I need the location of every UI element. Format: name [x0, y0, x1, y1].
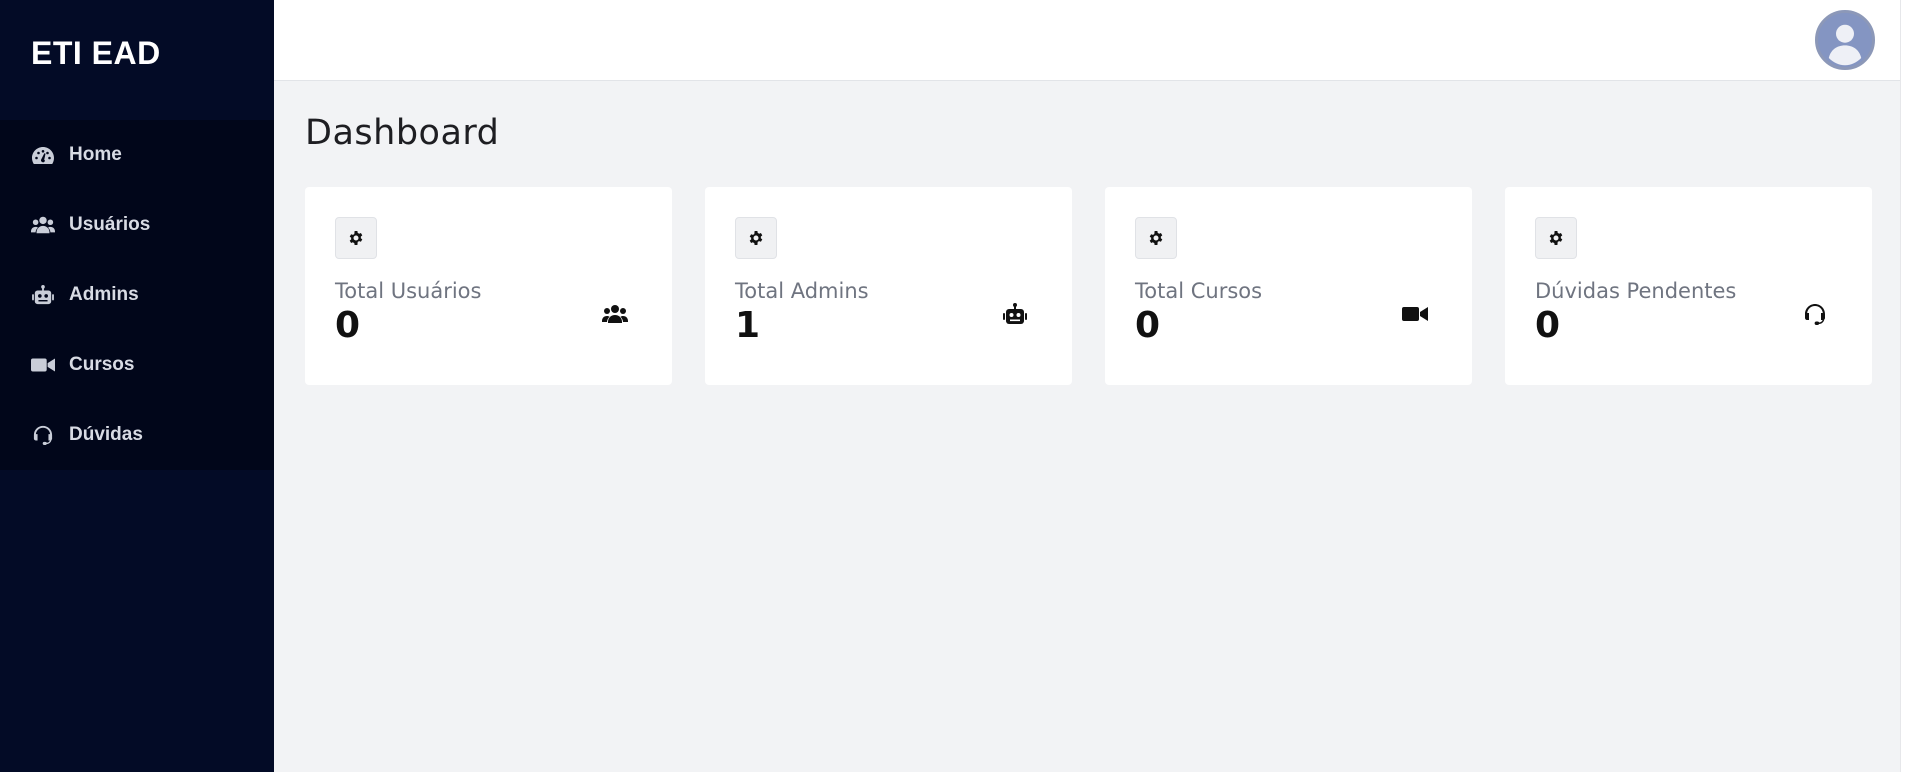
card-value: 0 — [1535, 305, 1561, 346]
card-label: Total Admins — [735, 279, 869, 303]
gear-icon — [1149, 231, 1163, 245]
card-value: 0 — [1135, 305, 1161, 346]
stat-card-duvidas: Dúvidas Pendentes 0 — [1505, 187, 1872, 385]
sidebar-item-label: Dúvidas — [69, 424, 143, 445]
card-value: 1 — [735, 305, 761, 346]
users-icon — [600, 302, 630, 326]
sidebar-item-label: Cursos — [69, 354, 135, 375]
users-icon — [30, 214, 56, 236]
robot-icon — [30, 284, 56, 306]
stat-card-admins: Total Admins 1 — [705, 187, 1072, 385]
stat-card-cursos: Total Cursos 0 — [1105, 187, 1472, 385]
user-icon — [1818, 13, 1872, 67]
sidebar-item-usuarios[interactable]: Usuários — [0, 190, 274, 260]
card-label: Dúvidas Pendentes — [1535, 279, 1737, 303]
tachometer-icon — [30, 144, 56, 166]
scrollbar[interactable] — [1900, 0, 1907, 772]
top-header — [274, 0, 1900, 81]
page-title: Dashboard — [305, 113, 500, 153]
settings-button[interactable] — [1135, 217, 1177, 259]
brand-logo[interactable]: ETI EAD — [0, 0, 274, 120]
sidebar-item-label: Admins — [69, 284, 139, 305]
sidebar-item-duvidas[interactable]: Dúvidas — [0, 400, 274, 470]
sidebar-nav: Home Usuários Admins Cursos Dúvidas — [0, 120, 274, 470]
card-label: Total Cursos — [1135, 279, 1263, 303]
sidebar-item-cursos[interactable]: Cursos — [0, 330, 274, 400]
settings-button[interactable] — [335, 217, 377, 259]
gear-icon — [1549, 231, 1563, 245]
robot-icon — [1000, 302, 1030, 326]
video-icon — [1400, 302, 1430, 326]
settings-button[interactable] — [1535, 217, 1577, 259]
card-label: Total Usuários — [335, 279, 482, 303]
sidebar-item-admins[interactable]: Admins — [0, 260, 274, 330]
gear-icon — [349, 231, 363, 245]
sidebar-item-home[interactable]: Home — [0, 120, 274, 190]
headset-icon — [30, 424, 56, 446]
user-avatar[interactable] — [1815, 10, 1875, 70]
card-value: 0 — [335, 305, 361, 346]
gear-icon — [749, 231, 763, 245]
headset-icon — [1800, 302, 1830, 326]
sidebar-item-label: Home — [69, 144, 122, 165]
stat-card-usuarios: Total Usuários 0 — [305, 187, 672, 385]
video-icon — [30, 354, 56, 376]
settings-button[interactable] — [735, 217, 777, 259]
sidebar: ETI EAD Home Usuários Admins Cursos Dúvi… — [0, 0, 274, 772]
sidebar-item-label: Usuários — [69, 214, 151, 235]
main-content: Dashboard Total Usuários 0 Total Admins — [274, 81, 1900, 772]
app-root: ETI EAD Home Usuários Admins Cursos Dúvi… — [0, 0, 1907, 772]
